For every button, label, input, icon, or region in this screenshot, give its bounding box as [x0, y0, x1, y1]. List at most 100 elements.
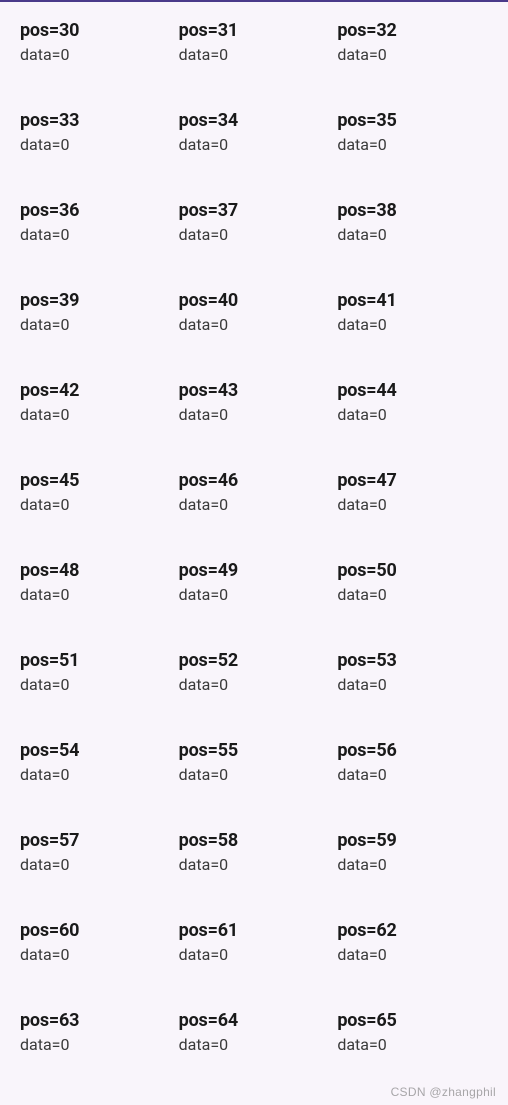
grid-cell: pos=51 data=0	[20, 650, 171, 694]
grid-cell: pos=55 data=0	[179, 740, 330, 784]
grid-cell: pos=48data=0	[20, 560, 171, 604]
grid-cell: pos=37data=0	[179, 200, 330, 244]
grid-cell: pos=34 data=0	[179, 110, 330, 154]
data-label: data=0	[337, 135, 488, 154]
data-label: data=0	[179, 135, 330, 154]
data-label: data=0	[20, 315, 171, 334]
pos-label: pos=61	[179, 920, 330, 941]
grid-cell: pos=36 data=0	[20, 200, 171, 244]
grid-cell: pos=31 data=0	[179, 20, 330, 64]
grid-cell: pos=39 data=0	[20, 290, 171, 334]
grid-cell: pos=46data=0	[179, 470, 330, 514]
pos-label: pos=43	[179, 380, 330, 401]
pos-label: pos=65	[337, 1010, 488, 1031]
grid-cell: pos=61 data=0	[179, 920, 330, 964]
pos-label: pos=51	[20, 650, 171, 671]
data-label: data=0	[179, 855, 330, 874]
grid-cell: pos=63 data=0	[20, 1010, 171, 1054]
watermark: CSDN @zhangphil	[391, 1085, 496, 1099]
grid-cell: pos=62 data=0	[337, 920, 488, 964]
data-grid: pos=30data=0pos=31data=0pos=32data=0pos=…	[0, 2, 508, 1074]
pos-label: pos=42	[20, 380, 171, 401]
data-label: data=0	[20, 675, 171, 694]
data-label: data=0	[20, 135, 171, 154]
grid-cell: pos=40data=0	[179, 290, 330, 334]
pos-label: pos=56	[337, 740, 488, 761]
pos-label: pos=52	[179, 650, 330, 671]
pos-label: pos=59	[337, 830, 488, 851]
grid-cell: pos=58 data=0	[179, 830, 330, 874]
pos-label: pos=39	[20, 290, 171, 311]
data-label: data=0	[179, 45, 330, 64]
data-label: data=0	[337, 405, 488, 424]
pos-label: pos=35	[337, 110, 488, 131]
data-label: data=0	[179, 765, 330, 784]
pos-label: pos=49	[179, 560, 330, 581]
grid-cell: pos=32 data=0	[337, 20, 488, 64]
pos-label: pos=32	[337, 20, 488, 41]
data-label: data=0	[337, 585, 488, 604]
pos-label: pos=50	[337, 560, 488, 581]
grid-cell: pos=47data=0	[337, 470, 488, 514]
data-label: data=0	[337, 45, 488, 64]
pos-label: pos=60	[20, 920, 171, 941]
grid-cell: pos=65 data=0	[337, 1010, 488, 1054]
data-label: data=0	[337, 1035, 488, 1054]
grid-cell: pos=54 data=0	[20, 740, 171, 784]
pos-label: pos=46	[179, 470, 330, 491]
grid-cell: pos=64data=0	[179, 1010, 330, 1054]
grid-cell: pos=57 data=0	[20, 830, 171, 874]
pos-label: pos=38	[337, 200, 488, 221]
data-label: data=0	[337, 315, 488, 334]
pos-label: pos=44	[337, 380, 488, 401]
pos-label: pos=31	[179, 20, 330, 41]
data-label: data=0	[179, 1035, 330, 1054]
pos-label: pos=41	[337, 290, 488, 311]
data-label: data=0	[337, 945, 488, 964]
grid-cell: pos=30data=0	[20, 20, 171, 64]
pos-label: pos=62	[337, 920, 488, 941]
grid-cell: pos=53data=0	[337, 650, 488, 694]
data-label: data=0	[337, 225, 488, 244]
data-label: data=0	[179, 405, 330, 424]
data-label: data=0	[179, 945, 330, 964]
pos-label: pos=40	[179, 290, 330, 311]
grid-cell: pos=33 data=0	[20, 110, 171, 154]
grid-cell: pos=49 data=0	[179, 560, 330, 604]
grid-cell: pos=59 data=0	[337, 830, 488, 874]
pos-label: pos=63	[20, 1010, 171, 1031]
data-label: data=0	[20, 945, 171, 964]
data-label: data=0	[20, 855, 171, 874]
grid-cell: pos=35 data=0	[337, 110, 488, 154]
pos-label: pos=36	[20, 200, 171, 221]
data-label: data=0	[20, 1035, 171, 1054]
data-label: data=0	[20, 495, 171, 514]
data-label: data=0	[20, 765, 171, 784]
data-label: data=0	[337, 765, 488, 784]
grid-cell: pos=38 data=0	[337, 200, 488, 244]
data-label: data=0	[179, 585, 330, 604]
data-label: data=0	[20, 225, 171, 244]
data-label: data=0	[337, 855, 488, 874]
data-label: data=0	[179, 675, 330, 694]
grid-cell: pos=41 data=0	[337, 290, 488, 334]
pos-label: pos=37	[179, 200, 330, 221]
pos-label: pos=58	[179, 830, 330, 851]
grid-cell: pos=45 data=0	[20, 470, 171, 514]
pos-label: pos=54	[20, 740, 171, 761]
grid-cell: pos=44 data=0	[337, 380, 488, 424]
pos-label: pos=30	[20, 20, 171, 41]
pos-label: pos=34	[179, 110, 330, 131]
grid-cell: pos=60 data=0	[20, 920, 171, 964]
pos-label: pos=57	[20, 830, 171, 851]
pos-label: pos=33	[20, 110, 171, 131]
grid-cell: pos=50 data=0	[337, 560, 488, 604]
pos-label: pos=45	[20, 470, 171, 491]
grid-cell: pos=43 data=0	[179, 380, 330, 424]
data-label: data=0	[337, 495, 488, 514]
data-label: data=0	[20, 405, 171, 424]
data-label: data=0	[337, 675, 488, 694]
pos-label: pos=55	[179, 740, 330, 761]
pos-label: pos=48	[20, 560, 171, 581]
grid-cell: pos=56 data=0	[337, 740, 488, 784]
